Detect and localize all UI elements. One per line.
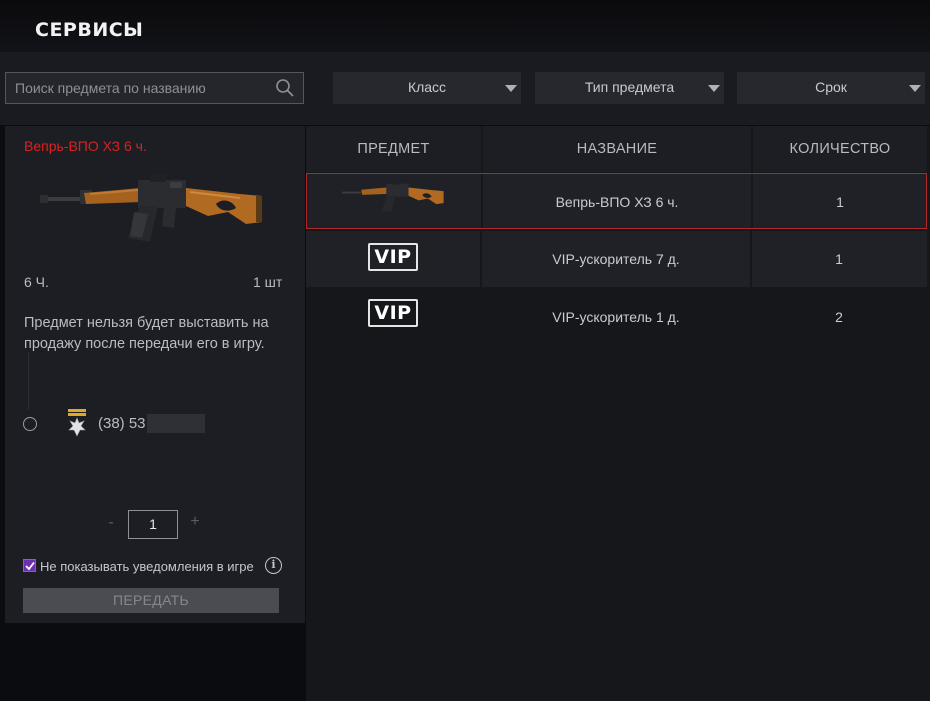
column-header-item: ПРЕДМЕТ — [306, 126, 481, 172]
rifle-icon — [341, 180, 444, 213]
detail-item-name: Вепрь-ВПО ХЗ 6 ч. — [24, 138, 147, 154]
rank-badge-icon — [68, 409, 86, 437]
chevron-down-icon — [909, 85, 921, 92]
search-box[interactable] — [5, 72, 304, 104]
player-radio[interactable] — [23, 417, 37, 431]
column-header-count: КОЛИЧЕСТВО — [753, 126, 927, 172]
row-name: VIP-ускоритель 7 д. — [552, 251, 680, 267]
class-dropdown-label: Класс — [407, 79, 447, 95]
quantity-stepper[interactable]: 1 — [128, 510, 178, 539]
table-row[interactable]: VIP VIP-ускоритель 7 д. 1 — [306, 231, 927, 287]
chevron-down-icon — [708, 85, 720, 92]
item-type-dropdown-label: Тип предмета — [584, 79, 675, 95]
row-count: 1 — [836, 194, 844, 210]
transfer-note: Предмет нельзя будет выставить на продаж… — [24, 315, 269, 352]
transfer-button[interactable]: ПЕРЕДАТЬ — [23, 588, 279, 613]
vip-icon: VIP — [368, 243, 418, 271]
divider — [28, 352, 29, 410]
item-type-dropdown[interactable]: Тип предмета — [535, 72, 724, 104]
page-title: СЕРВИСЫ — [35, 19, 144, 41]
increment-button[interactable]: + — [188, 513, 202, 531]
info-icon[interactable]: i — [265, 557, 282, 574]
row-icon-cell: VIP — [306, 289, 480, 345]
row-icon-cell — [307, 174, 481, 228]
term-dropdown[interactable]: Срок — [737, 72, 925, 104]
rifle-icon — [40, 174, 262, 242]
table-row[interactable]: VIP VIP-ускоритель 1 д. 2 — [306, 289, 927, 345]
checkmark-icon — [25, 561, 35, 571]
vip-icon: VIP — [368, 299, 418, 327]
chevron-down-icon — [505, 85, 517, 92]
row-icon-cell: VIP — [306, 231, 480, 287]
row-count: 1 — [835, 251, 843, 267]
item-duration: 6 Ч. — [24, 274, 49, 290]
column-header-name: НАЗВАНИЕ — [483, 126, 751, 172]
row-name: VIP-ускоритель 1 д. — [552, 309, 680, 325]
row-name: Вепрь-ВПО ХЗ 6 ч. — [555, 194, 679, 210]
hide-notifications-checkbox[interactable] — [23, 559, 36, 572]
hide-notifications-label: Не показывать уведомления в игре — [40, 559, 254, 574]
redacted-name — [147, 414, 205, 433]
class-dropdown[interactable]: Класс — [333, 72, 521, 104]
player-name: (38) 53 — [98, 415, 146, 432]
search-icon[interactable] — [275, 78, 295, 98]
row-count: 2 — [835, 309, 843, 325]
item-quantity: 1 шт — [253, 274, 283, 290]
term-dropdown-label: Срок — [815, 79, 847, 95]
decrement-button[interactable]: - — [105, 514, 117, 532]
table-row[interactable]: Вепрь-ВПО ХЗ 6 ч. 1 — [306, 173, 927, 229]
search-input[interactable] — [6, 73, 266, 103]
